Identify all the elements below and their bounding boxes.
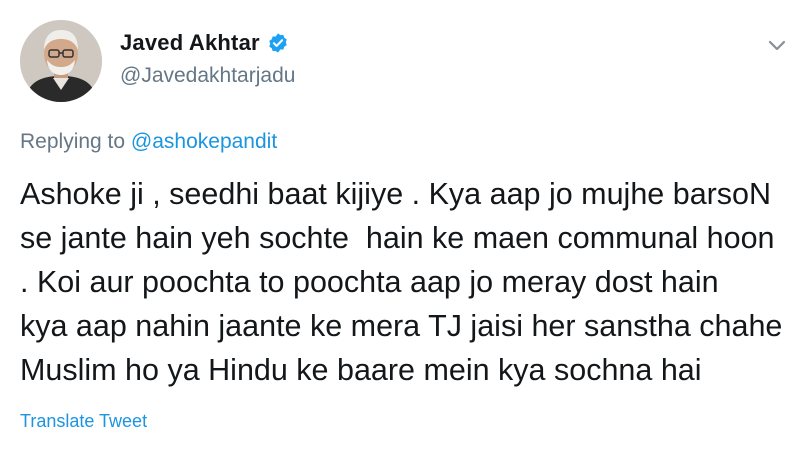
reply-mention-link[interactable]: @ashokepandit	[131, 130, 277, 153]
tweet-text-line: kya aap nahin jaante ke mera TJ jaisi he…	[20, 309, 783, 343]
replying-to-label: Replying to	[20, 130, 126, 153]
author-name-row: Javed Akhtar	[120, 30, 289, 56]
verified-badge-icon	[269, 33, 287, 53]
tweet-text-line: . Koi aur poochta to poochta aap jo mera…	[20, 265, 719, 299]
tweet-text: Ashoke ji , seedhi baat kijiye . Kya aap…	[20, 172, 795, 392]
avatar[interactable]	[20, 20, 102, 102]
avatar-image	[20, 20, 102, 102]
translate-tweet-link[interactable]: Translate Tweet	[20, 411, 147, 432]
tweet-text-line: Ashoke ji , seedhi baat kijiye . Kya aap…	[20, 177, 772, 211]
replying-to-line: Replying to @ashokepandit	[20, 130, 277, 154]
author-handle[interactable]: @Javedakhtarjadu	[120, 64, 295, 88]
tweet-card: Javed Akhtar @Javedakhtarjadu Replying t…	[0, 0, 800, 451]
chevron-down-icon[interactable]	[768, 40, 786, 52]
tweet-text-line: se jante hain yeh sochte hain ke maen co…	[20, 221, 775, 255]
author-display-name[interactable]: Javed Akhtar	[120, 30, 260, 56]
tweet-text-line: Muslim ho ya Hindu ke baare mein kya soc…	[20, 353, 702, 387]
